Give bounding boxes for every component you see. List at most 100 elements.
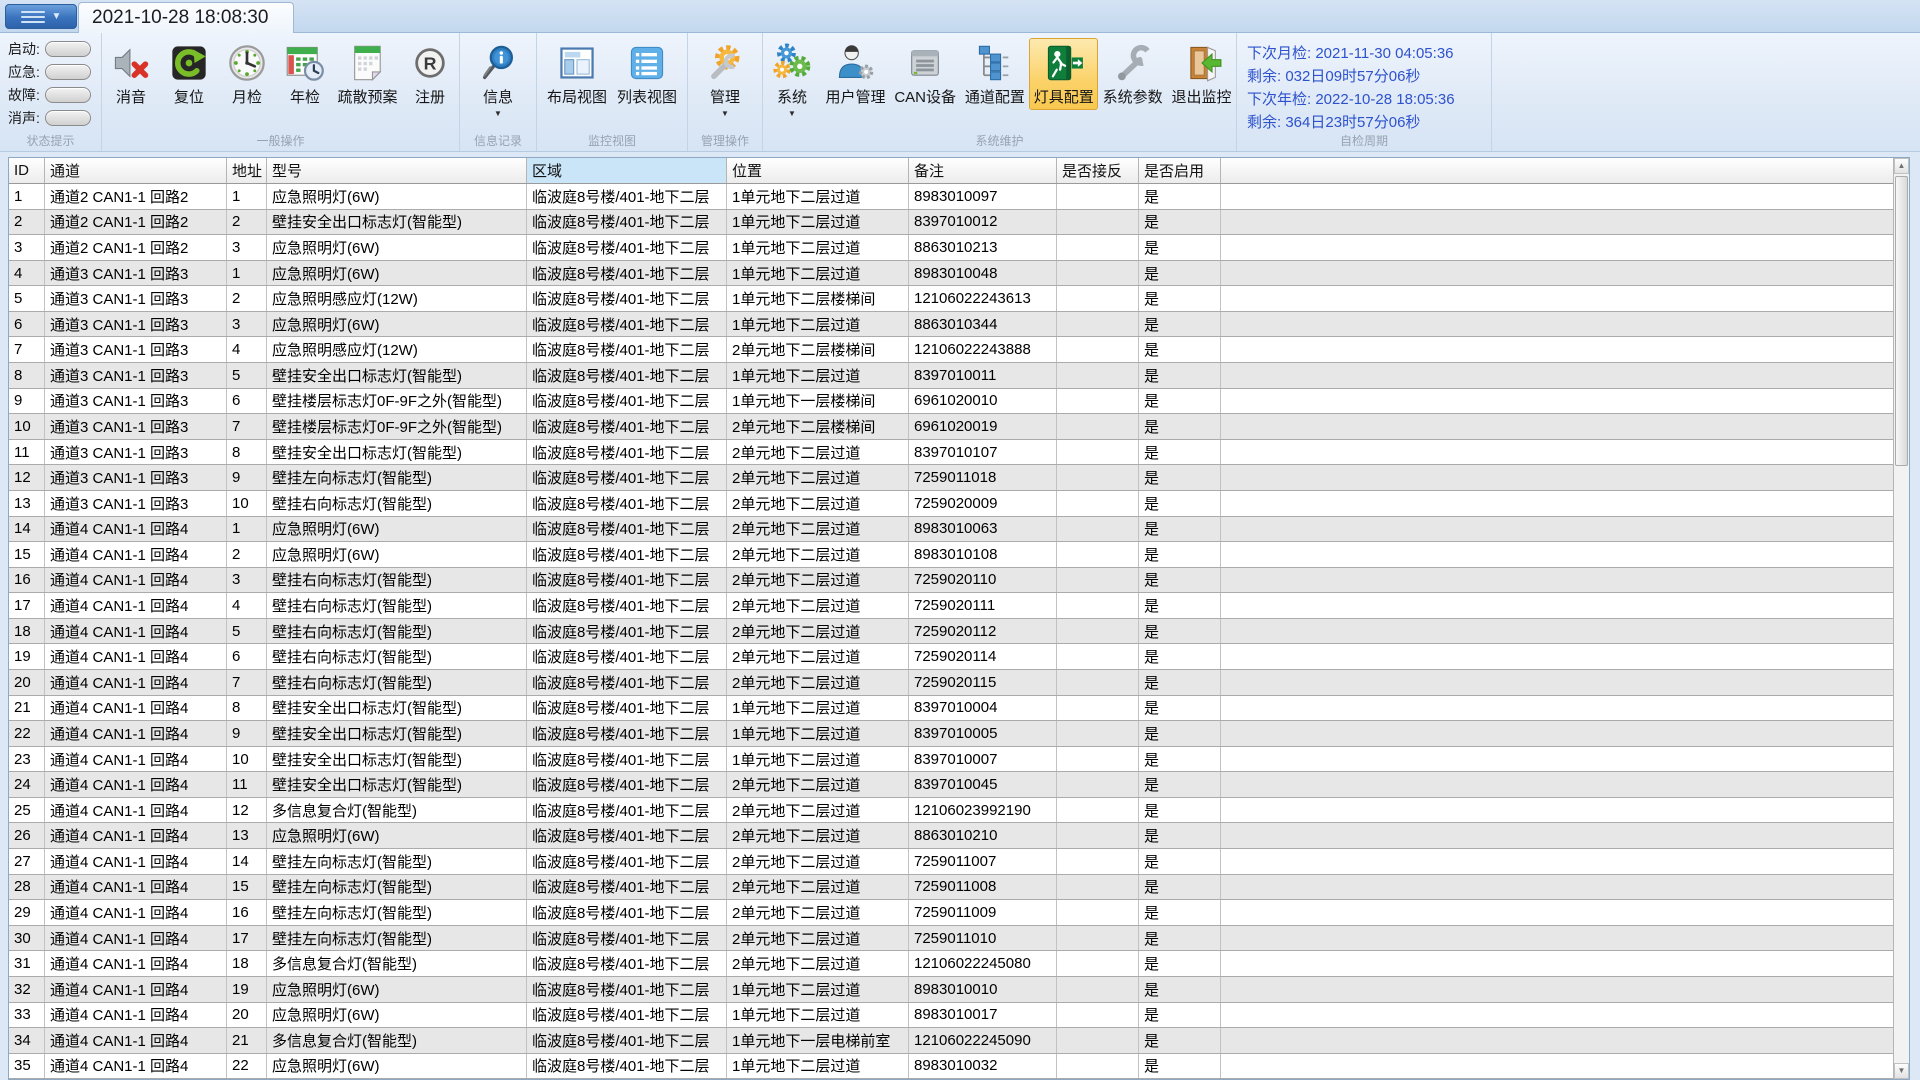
channel-config-button[interactable]: 通道配置 — [960, 38, 1029, 110]
table-row[interactable]: 20 通道4 CAN1-1 回路4 7 壁挂右向标志灯(智能型) 临波庭8号楼/… — [9, 670, 1909, 696]
col-header-reversed[interactable]: 是否接反 — [1057, 158, 1139, 183]
col-header-channel[interactable]: 通道 — [45, 158, 227, 183]
tab-current-session[interactable]: 2021-10-28 18:08:30 — [78, 2, 294, 33]
table-row[interactable]: 25 通道4 CAN1-1 回路4 12 多信息复合灯(智能型) 临波庭8号楼/… — [9, 798, 1909, 824]
table-row[interactable]: 6 通道3 CAN1-1 回路3 3 应急照明灯(6W) 临波庭8号楼/401-… — [9, 312, 1909, 338]
cell-area: 临波庭8号楼/401-地下二层 — [527, 517, 727, 542]
monthly-check-button[interactable]: 月检 — [218, 38, 276, 110]
table-row[interactable]: 3 通道2 CAN1-1 回路2 3 应急照明灯(6W) 临波庭8号楼/401-… — [9, 235, 1909, 261]
table-row[interactable]: 11 通道3 CAN1-1 回路3 8 壁挂安全出口标志灯(智能型) 临波庭8号… — [9, 440, 1909, 466]
table-row[interactable]: 34 通道4 CAN1-1 回路4 21 多信息复合灯(智能型) 临波庭8号楼/… — [9, 1028, 1909, 1054]
manage-button[interactable]: 管理 ▼ — [696, 38, 754, 121]
cell-enabled: 是 — [1139, 210, 1221, 235]
cell-model: 壁挂楼层标志灯0F-9F之外(智能型) — [267, 414, 527, 439]
col-header-position[interactable]: 位置 — [727, 158, 909, 183]
table-row[interactable]: 31 通道4 CAN1-1 回路4 18 多信息复合灯(智能型) 临波庭8号楼/… — [9, 951, 1909, 977]
table-row[interactable]: 19 通道4 CAN1-1 回路4 6 壁挂右向标志灯(智能型) 临波庭8号楼/… — [9, 644, 1909, 670]
col-header-model[interactable]: 型号 — [267, 158, 527, 183]
cell-note: 8863010210 — [909, 823, 1057, 848]
vertical-scrollbar[interactable]: ▲ ▼ — [1893, 158, 1909, 1079]
toolbar-group-view: 布局视图 列表视图 监控视图 — [537, 33, 688, 151]
mute-button[interactable]: 消音 — [102, 38, 160, 110]
cell-channel: 通道4 CAN1-1 回路4 — [45, 517, 227, 542]
cell-area: 临波庭8号楼/401-地下二层 — [527, 235, 727, 260]
table-row[interactable]: 10 通道3 CAN1-1 回路3 7 壁挂楼层标志灯0F-9F之外(智能型) … — [9, 414, 1909, 440]
cell-reversed — [1057, 568, 1139, 593]
table-row[interactable]: 32 通道4 CAN1-1 回路4 19 应急照明灯(6W) 临波庭8号楼/40… — [9, 977, 1909, 1003]
table-row[interactable]: 30 通道4 CAN1-1 回路4 17 壁挂左向标志灯(智能型) 临波庭8号楼… — [9, 926, 1909, 952]
col-header-filler — [1221, 158, 1909, 183]
col-header-area[interactable]: 区域 — [527, 158, 727, 183]
table-row[interactable]: 12 通道3 CAN1-1 回路3 9 壁挂左向标志灯(智能型) 临波庭8号楼/… — [9, 465, 1909, 491]
table-row[interactable]: 4 通道3 CAN1-1 回路3 1 应急照明灯(6W) 临波庭8号楼/401-… — [9, 261, 1909, 287]
table-row[interactable]: 28 通道4 CAN1-1 回路4 15 壁挂左向标志灯(智能型) 临波庭8号楼… — [9, 875, 1909, 901]
table-row[interactable]: 33 通道4 CAN1-1 回路4 20 应急照明灯(6W) 临波庭8号楼/40… — [9, 1003, 1909, 1029]
scroll-down-button[interactable]: ▼ — [1894, 1063, 1909, 1079]
cell-model: 多信息复合灯(智能型) — [267, 1028, 527, 1053]
col-header-note[interactable]: 备注 — [909, 158, 1057, 183]
system-params-button[interactable]: 系统参数 — [1098, 38, 1167, 110]
table-row[interactable]: 29 通道4 CAN1-1 回路4 16 壁挂左向标志灯(智能型) 临波庭8号楼… — [9, 900, 1909, 926]
table-row[interactable]: 17 通道4 CAN1-1 回路4 4 壁挂右向标志灯(智能型) 临波庭8号楼/… — [9, 593, 1909, 619]
table-row[interactable]: 35 通道4 CAN1-1 回路4 22 应急照明灯(6W) 临波庭8号楼/40… — [9, 1054, 1909, 1079]
cell-model: 壁挂右向标志灯(智能型) — [267, 644, 527, 669]
table-row[interactable]: 16 通道4 CAN1-1 回路4 3 壁挂右向标志灯(智能型) 临波庭8号楼/… — [9, 568, 1909, 594]
table-row[interactable]: 2 通道2 CAN1-1 回路2 2 壁挂安全出口标志灯(智能型) 临波庭8号楼… — [9, 210, 1909, 236]
cell-area: 临波庭8号楼/401-地下二层 — [527, 1003, 727, 1028]
scroll-up-button[interactable]: ▲ — [1894, 158, 1909, 174]
cell-channel: 通道4 CAN1-1 回路4 — [45, 542, 227, 567]
table-row[interactable]: 21 通道4 CAN1-1 回路4 8 壁挂安全出口标志灯(智能型) 临波庭8号… — [9, 696, 1909, 722]
cell-address: 9 — [227, 721, 267, 746]
table-row[interactable]: 8 通道3 CAN1-1 回路3 5 壁挂安全出口标志灯(智能型) 临波庭8号楼… — [9, 363, 1909, 389]
cell-address: 5 — [227, 619, 267, 644]
lamp-config-button[interactable]: 灯具配置 — [1029, 38, 1098, 110]
list-view-button[interactable]: 列表视图 — [612, 38, 682, 110]
col-header-enabled[interactable]: 是否启用 — [1139, 158, 1221, 183]
monthly-check-label: 月检 — [232, 86, 262, 107]
table-row[interactable]: 22 通道4 CAN1-1 回路4 9 壁挂安全出口标志灯(智能型) 临波庭8号… — [9, 721, 1909, 747]
cell-address: 15 — [227, 875, 267, 900]
cell-channel: 通道4 CAN1-1 回路4 — [45, 900, 227, 925]
cell-id: 5 — [9, 286, 45, 311]
app-menu-button[interactable]: ▼ — [5, 4, 77, 29]
cell-address: 8 — [227, 440, 267, 465]
table-row[interactable]: 26 通道4 CAN1-1 回路4 13 应急照明灯(6W) 临波庭8号楼/40… — [9, 823, 1909, 849]
table-row[interactable]: 7 通道3 CAN1-1 回路3 4 应急照明感应灯(12W) 临波庭8号楼/4… — [9, 337, 1909, 363]
cell-enabled: 是 — [1139, 568, 1221, 593]
table-row[interactable]: 13 通道3 CAN1-1 回路3 10 壁挂右向标志灯(智能型) 临波庭8号楼… — [9, 491, 1909, 517]
layout-view-button[interactable]: 布局视图 — [542, 38, 612, 110]
table-row[interactable]: 15 通道4 CAN1-1 回路4 2 应急照明灯(6W) 临波庭8号楼/401… — [9, 542, 1909, 568]
system-button[interactable]: 系统 ▼ — [763, 38, 821, 121]
scroll-thumb[interactable] — [1895, 176, 1908, 466]
cell-area: 临波庭8号楼/401-地下二层 — [527, 286, 727, 311]
cell-area: 临波庭8号楼/401-地下二层 — [527, 772, 727, 797]
table-row[interactable]: 18 通道4 CAN1-1 回路4 5 壁挂右向标志灯(智能型) 临波庭8号楼/… — [9, 619, 1909, 645]
table-row[interactable]: 24 通道4 CAN1-1 回路4 11 壁挂安全出口标志灯(智能型) 临波庭8… — [9, 772, 1909, 798]
cell-address: 22 — [227, 1054, 267, 1079]
col-header-id[interactable]: ID — [9, 158, 45, 183]
table-row[interactable]: 14 通道4 CAN1-1 回路4 1 应急照明灯(6W) 临波庭8号楼/401… — [9, 517, 1909, 543]
table-row[interactable]: 1 通道2 CAN1-1 回路2 1 应急照明灯(6W) 临波庭8号楼/401-… — [9, 184, 1909, 210]
cell-channel: 通道3 CAN1-1 回路3 — [45, 389, 227, 414]
cell-area: 临波庭8号楼/401-地下二层 — [527, 440, 727, 465]
annual-check-button[interactable]: 年检 — [276, 38, 334, 110]
info-button[interactable]: 信息 ▼ — [469, 38, 527, 121]
cell-position: 2单元地下二层过道 — [727, 568, 909, 593]
cell-id: 27 — [9, 849, 45, 874]
cell-note: 7259011009 — [909, 900, 1057, 925]
user-management-button[interactable]: 用户管理 — [821, 38, 890, 110]
register-button[interactable]: R 注册 — [401, 38, 459, 110]
table-row[interactable]: 27 通道4 CAN1-1 回路4 14 壁挂左向标志灯(智能型) 临波庭8号楼… — [9, 849, 1909, 875]
table-row[interactable]: 23 通道4 CAN1-1 回路4 10 壁挂安全出口标志灯(智能型) 临波庭8… — [9, 747, 1909, 773]
reset-button[interactable]: 复位 — [160, 38, 218, 110]
table-row[interactable]: 5 通道3 CAN1-1 回路3 2 应急照明感应灯(12W) 临波庭8号楼/4… — [9, 286, 1909, 312]
evacuation-plan-button[interactable]: 疏散预案 — [334, 38, 401, 110]
cell-note: 8863010344 — [909, 312, 1057, 337]
group-label-general: 一般操作 — [102, 132, 459, 149]
exit-monitor-button[interactable]: 退出监控 — [1167, 38, 1236, 110]
cell-id: 14 — [9, 517, 45, 542]
cell-filler — [1221, 696, 1909, 721]
col-header-address[interactable]: 地址 — [227, 158, 267, 183]
can-device-button[interactable]: CAN设备 — [890, 38, 961, 110]
table-row[interactable]: 9 通道3 CAN1-1 回路3 6 壁挂楼层标志灯0F-9F之外(智能型) 临… — [9, 389, 1909, 415]
